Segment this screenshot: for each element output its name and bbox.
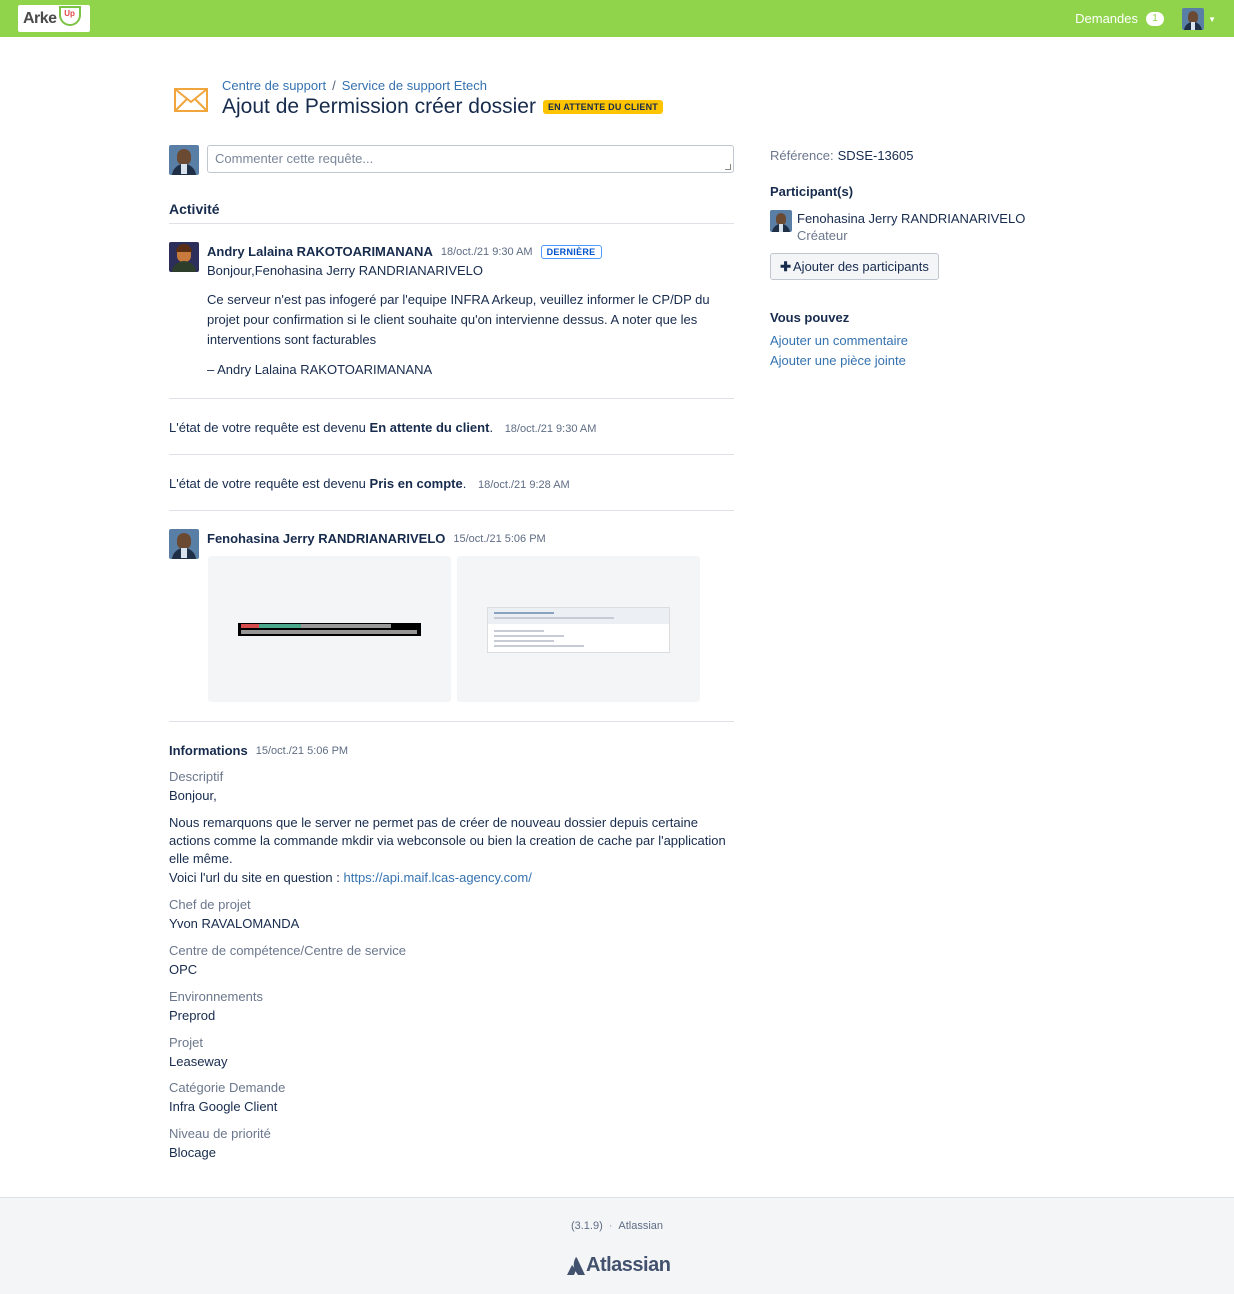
comment-input[interactable]: Commenter cette requête... — [207, 145, 734, 173]
breadcrumb-separator: / — [332, 78, 336, 93]
reference: Référence: SDSE-13605 — [770, 148, 913, 163]
resize-handle-icon[interactable] — [725, 164, 731, 170]
field-value: Blocage — [169, 1145, 216, 1160]
footer-meta: (3.1.9) · Atlassian — [570, 1220, 664, 1232]
activity-timestamp: 18/oct./21 9:30 AM — [440, 245, 533, 258]
breadcrumb-support-center[interactable]: Centre de support — [222, 78, 326, 93]
comment-greeting: Bonjour,Fenohasina Jerry RANDRIANARIVELO — [207, 263, 484, 278]
field-label: Environnements — [169, 989, 263, 1004]
breadcrumb-service-desk[interactable]: Service de support Etech — [342, 78, 487, 93]
actions-heading: Vous pouvez — [770, 310, 850, 325]
activity-author: Fenohasina Jerry RANDRIANARIVELO — [207, 531, 446, 546]
activity-item-header: Andry Lalaina RAKOTOARIMANANA 18/oct./21… — [207, 244, 602, 259]
comment-placeholder: Commenter cette requête... — [215, 151, 374, 166]
atlassian-logo-icon — [567, 1256, 585, 1275]
author-avatar — [169, 242, 199, 272]
field-value: Preprod — [169, 1008, 216, 1023]
description-greeting: Bonjour, — [169, 788, 217, 803]
comment-body: Ce serveur n'est pas infogeré par l'equi… — [207, 292, 710, 347]
divider — [169, 223, 734, 224]
terminal-screenshot-image — [238, 623, 421, 636]
participant-role: Créateur — [797, 228, 848, 243]
field-label: Niveau de priorité — [169, 1126, 271, 1141]
requests-label: Demandes — [1075, 11, 1138, 26]
reference-label: Référence: — [770, 148, 834, 163]
requests-count-badge: 1 — [1146, 11, 1164, 26]
latest-badge: DERNIÈRE — [540, 244, 602, 259]
state-change-item: L'état de votre requête est devenu Pris … — [169, 476, 570, 491]
state-change-item: L'état de votre requête est devenu En at… — [169, 420, 597, 435]
participants-heading: Participant(s) — [770, 184, 854, 199]
divider — [169, 398, 734, 399]
author-avatar — [169, 529, 199, 559]
activity-timestamp: 18/oct./21 9:30 AM — [504, 423, 597, 435]
field-label: Projet — [169, 1035, 203, 1050]
participant-item: Fenohasina Jerry RANDRIANARIVELO Créateu… — [770, 210, 1025, 244]
screenshot-image — [487, 607, 670, 653]
add-participants-button[interactable]: ✚ Ajouter des participants — [770, 253, 939, 280]
current-user-avatar — [169, 145, 199, 175]
atlassian-logo[interactable]: Atlassian — [566, 1254, 671, 1277]
atlassian-logo-text: Atlassian — [586, 1254, 671, 1276]
add-attachment-link[interactable]: Ajouter une pièce jointe — [770, 353, 906, 368]
logo-text: Arke — [23, 9, 57, 27]
user-avatar — [1182, 8, 1205, 30]
description-body: Nous remarquons que le server ne permet … — [169, 815, 726, 866]
request-title: Ajout de Permission créer dossier — [222, 95, 536, 118]
participant-name: Fenohasina Jerry RANDRIANARIVELO — [797, 211, 1026, 226]
requests-link[interactable]: Demandes 1 — [1075, 11, 1164, 26]
breadcrumb: Centre de support / Service de support Ete… — [222, 78, 487, 93]
field-label-descriptif: Descriptif — [169, 769, 224, 784]
field-label: Centre de compétence/Centre de service — [169, 943, 407, 958]
field-value: Infra Google Client — [169, 1099, 278, 1114]
informations-timestamp: 15/oct./21 5:06 PM — [255, 744, 349, 757]
status-badge: EN ATTENTE DU CLIENT — [542, 100, 663, 114]
page-title: Ajout de Permission créer dossier EN ATT… — [222, 95, 663, 119]
informations-header: Informations 15/oct./21 5:06 PM — [169, 743, 348, 758]
reference-value: SDSE-13605 — [837, 148, 914, 163]
user-menu[interactable]: ▼ — [1182, 8, 1216, 30]
informations-heading: Informations — [169, 743, 248, 758]
divider — [169, 721, 734, 722]
state-value: En attente du client — [369, 420, 490, 435]
description-url-link[interactable]: https://api.maif.lcas-agency.com/ — [344, 870, 532, 885]
field-value: Yvon RAVALOMANDA — [169, 916, 300, 931]
attachment-thumbnail[interactable] — [208, 556, 451, 702]
top-navigation-bar: Arke Up Demandes 1 ▼ — [0, 0, 1234, 37]
add-comment-link[interactable]: Ajouter un commentaire — [770, 333, 908, 348]
attachment-thumbnail[interactable] — [457, 556, 700, 702]
activity-author: Andry Lalaina RAKOTOARIMANANA — [207, 244, 433, 259]
activity-item-header: Fenohasina Jerry RANDRIANARIVELO 15/oct.… — [207, 531, 546, 546]
participant-avatar — [770, 210, 792, 232]
description-url-line: Voici l'url du site en question : https:… — [169, 870, 532, 885]
field-label: Chef de projet — [169, 897, 251, 912]
divider — [169, 454, 734, 455]
activity-timestamp: 15/oct./21 5:06 PM — [453, 532, 546, 545]
activity-heading: Activité — [169, 201, 220, 217]
activity-timestamp: 18/oct./21 9:28 AM — [477, 479, 570, 491]
atlassian-link[interactable]: Atlassian — [618, 1220, 663, 1232]
add-participants-label: Ajouter des participants — [793, 259, 929, 274]
field-value: OPC — [169, 962, 198, 977]
footer: (3.1.9) · Atlassian Atlassian — [0, 1197, 1234, 1294]
arkeup-logo[interactable]: Arke Up — [18, 5, 90, 32]
state-value: Pris en compte — [369, 476, 463, 491]
field-label: Catégorie Demande — [169, 1080, 286, 1095]
envelope-icon — [174, 88, 208, 112]
chevron-down-icon: ▼ — [1208, 14, 1216, 24]
field-value: Leaseway — [169, 1054, 228, 1069]
comment-signature: – Andry Lalaina RAKOTOARIMANANA — [207, 362, 433, 377]
plus-icon: ✚ — [780, 258, 792, 274]
divider — [169, 510, 734, 511]
logo-badge: Up — [58, 5, 81, 26]
version-text: (3.1.9) — [570, 1220, 603, 1232]
